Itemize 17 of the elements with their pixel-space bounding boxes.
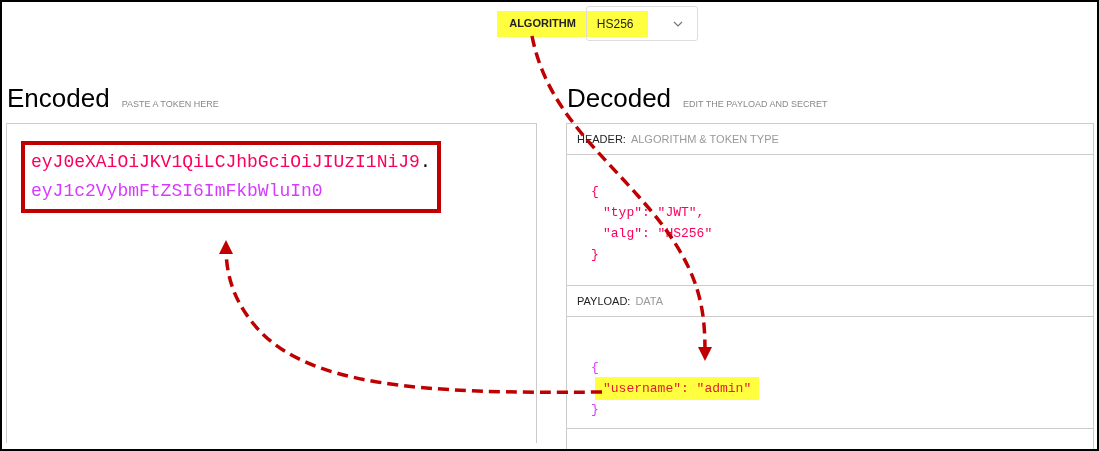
token-text[interactable]: eyJ0eXAiOiJKV1QiLCJhbGciOiJIUzI1NiJ9. eyJ1c2VybmFtZSI6ImFkbWluIn0 bbox=[21, 141, 441, 213]
code-line[interactable]: } bbox=[591, 247, 599, 262]
code-line[interactable]: { bbox=[591, 360, 599, 375]
algorithm-select[interactable]: HS256 bbox=[585, 6, 698, 41]
code-line[interactable]: } bbox=[591, 402, 599, 417]
code-line[interactable]: { bbox=[591, 184, 599, 199]
section-hint: DATA bbox=[635, 295, 664, 307]
section-label: PAYLOAD: bbox=[577, 295, 631, 307]
decoded-hint: EDIT THE PAYLOAD AND SECRET bbox=[683, 99, 828, 109]
code-line[interactable]: "typ": "JWT", bbox=[603, 205, 705, 220]
section-hint: ALGORITHM & TOKEN TYPE bbox=[630, 133, 779, 145]
section-label: HEADER: bbox=[577, 133, 626, 145]
decoded-title: Decoded bbox=[567, 83, 672, 114]
chevron-icon bbox=[672, 20, 683, 27]
encoded-hint: PASTE A TOKEN HERE bbox=[121, 99, 219, 109]
algorithm-label: ALGORITHM bbox=[497, 10, 586, 37]
encoded-title: Encoded bbox=[7, 83, 110, 114]
